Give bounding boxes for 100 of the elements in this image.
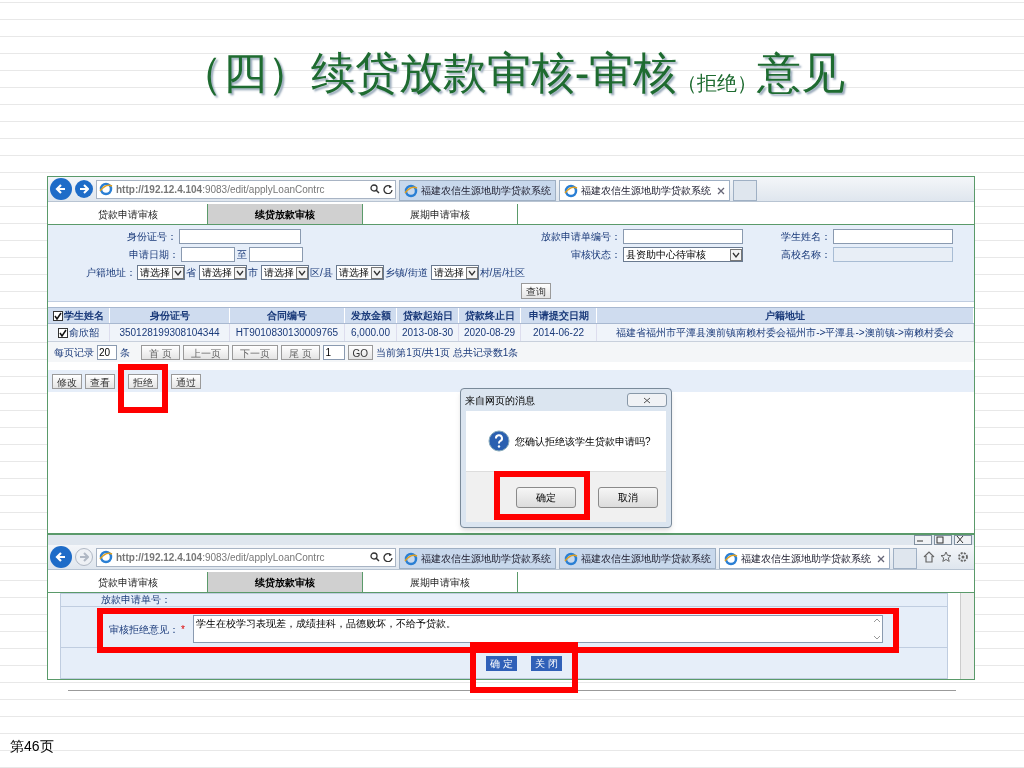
input-field[interactable] <box>623 229 743 244</box>
arrow-left-icon <box>55 551 67 563</box>
title-note: （拒绝） <box>677 72 758 96</box>
page-field[interactable]: 1 <box>322 344 345 360</box>
field-label: 至 <box>237 248 247 262</box>
select-field[interactable]: 请选择 <box>335 265 384 280</box>
chevron-down-icon <box>465 266 478 279</box>
pager-button[interactable]: 首 页 <box>141 344 180 360</box>
browser-tab[interactable]: 福建农信生源地助学贷款系统 <box>719 548 890 569</box>
new-tab-button[interactable] <box>893 548 917 569</box>
field-label: 户籍地址： <box>86 266 136 280</box>
column-header: 合同编号 <box>230 308 345 323</box>
chevron-down-icon <box>730 248 742 261</box>
date-field[interactable] <box>249 247 303 262</box>
browser-tab[interactable]: 福建农信生源地助学贷款系统 <box>559 548 716 569</box>
input-field[interactable] <box>179 229 301 244</box>
new-tab-button[interactable] <box>733 180 757 201</box>
forward-button[interactable] <box>75 180 93 198</box>
chevron-down-icon <box>172 266 184 279</box>
table-cell-text: 350128199308104344 <box>119 326 220 340</box>
scrollbar[interactable] <box>960 593 974 679</box>
settings-icon <box>957 551 969 563</box>
go-button[interactable]: GO <box>347 344 374 360</box>
form-button[interactable]: 确 定 <box>486 656 517 671</box>
back-button[interactable] <box>50 178 72 200</box>
field-label: 放款申请单编号： <box>541 230 621 244</box>
chevron-down-icon <box>296 266 308 279</box>
dialog-button[interactable]: 确定 <box>516 486 576 508</box>
field-label: 条 <box>120 345 130 360</box>
field-label: 学生姓名： <box>781 230 831 244</box>
table-cell-text: 2014-06-22 <box>532 326 585 340</box>
select-field[interactable]: 请选择 <box>199 265 247 280</box>
field-label: 放款申请单号： <box>101 594 171 606</box>
field-label: 申请日期： <box>129 248 179 262</box>
address-bar[interactable]: http://192.12.4.104:9083/edit/applyLoanContrc <box>96 179 396 199</box>
dialog-title: 来自网页的消息 <box>465 393 535 408</box>
action-button[interactable]: 通过 <box>171 373 201 389</box>
field-label: 区/县 <box>310 266 333 280</box>
column-header: 发放金额 <box>345 308 397 323</box>
pager-button[interactable]: 上一页 <box>182 344 229 360</box>
table-cell-text: 2020-08-29 <box>463 326 516 340</box>
arrow-right-icon <box>79 552 89 562</box>
field-label: 高校名称： <box>781 248 831 262</box>
browser-logo-icon <box>564 183 578 198</box>
action-button[interactable]: 拒绝 <box>128 373 158 389</box>
arrow-left-icon <box>55 183 67 195</box>
close-icon <box>643 396 651 404</box>
nav-tab[interactable]: 续贷放款审核 <box>208 572 363 592</box>
column-header: 贷款终止日 <box>459 308 521 323</box>
browser-logo-icon <box>404 551 418 566</box>
field-label: 审核状态： <box>571 248 621 262</box>
field-label: 当前第1页/共1页 总共记录数1条 <box>376 345 519 360</box>
select-field[interactable]: 请选择 <box>137 265 185 280</box>
pager-button[interactable]: 尾 页 <box>280 344 320 360</box>
per-page-field[interactable]: 20 <box>97 344 117 360</box>
star-icon <box>940 551 952 563</box>
browser-logo-icon <box>724 551 738 566</box>
column-header: 申请提交日期 <box>521 308 597 323</box>
input-field[interactable] <box>833 229 953 244</box>
table-cell: 福建省福州市平潭县澳前镇南赖村委会福州市->平潭县->澳前镇->南赖村委会 <box>616 326 954 339</box>
search-button[interactable]: 查询 <box>521 283 551 299</box>
address-bar[interactable]: http://192.12.4.104:9083/edit/applyLoanContrc <box>96 547 396 567</box>
chevron-down-icon <box>370 266 383 279</box>
checkbox[interactable] <box>53 310 63 321</box>
browser-tab[interactable]: 福建农信生源地助学贷款系统 <box>559 180 730 201</box>
form-button[interactable]: 关 闭 <box>531 656 562 671</box>
question-icon <box>488 430 510 452</box>
field-label: 审核拒绝意见： <box>109 622 179 637</box>
select-field[interactable]: 请选择 <box>430 265 479 280</box>
home-icon <box>923 551 935 563</box>
chevron-down-icon <box>234 266 246 279</box>
select-field[interactable]: 县资助中心待审核 <box>623 247 743 262</box>
opinion-textarea[interactable]: 学生在校学习表现差，成绩挂科，品德败坏，不给予贷款。 <box>192 615 883 643</box>
table-cell-text: 俞欣韶 <box>69 326 99 340</box>
nav-tab[interactable]: 续贷放款审核 <box>208 204 363 224</box>
pager-button[interactable]: 下一页 <box>231 344 278 360</box>
close-button[interactable] <box>627 393 667 407</box>
scroll-arrows-icon <box>871 616 882 642</box>
dialog-button[interactable]: 取消 <box>598 486 658 508</box>
slide-title: 意见 <box>757 47 846 99</box>
checkbox[interactable] <box>58 327 68 338</box>
back-button[interactable] <box>50 546 72 568</box>
column-header: 学生姓名 <box>48 308 110 323</box>
browser-tab[interactable]: 福建农信生源地助学贷款系统 <box>399 180 556 201</box>
select-field[interactable]: 请选择 <box>261 265 309 280</box>
column-header: 贷款起始日 <box>397 308 459 323</box>
table-cell-text: 2013-08-30 <box>401 326 454 340</box>
required-mark: * <box>181 622 185 637</box>
action-button[interactable]: 查看 <box>85 373 115 389</box>
url-text: http://192.12.4.104:9083/edit/applyLoanContrc <box>116 550 325 565</box>
close-icon <box>954 535 972 545</box>
slide-title: （四）续贷放款审核-审核 <box>178 47 678 99</box>
date-field[interactable] <box>181 247 235 262</box>
browser-logo-icon <box>564 551 578 566</box>
minimize-icon <box>914 535 932 545</box>
action-button[interactable]: 修改 <box>52 373 82 389</box>
search-icon <box>370 184 380 194</box>
restore-icon <box>934 535 952 545</box>
browser-tab[interactable]: 福建农信生源地助学贷款系统 <box>399 548 556 569</box>
field-label: 市 <box>248 266 258 280</box>
